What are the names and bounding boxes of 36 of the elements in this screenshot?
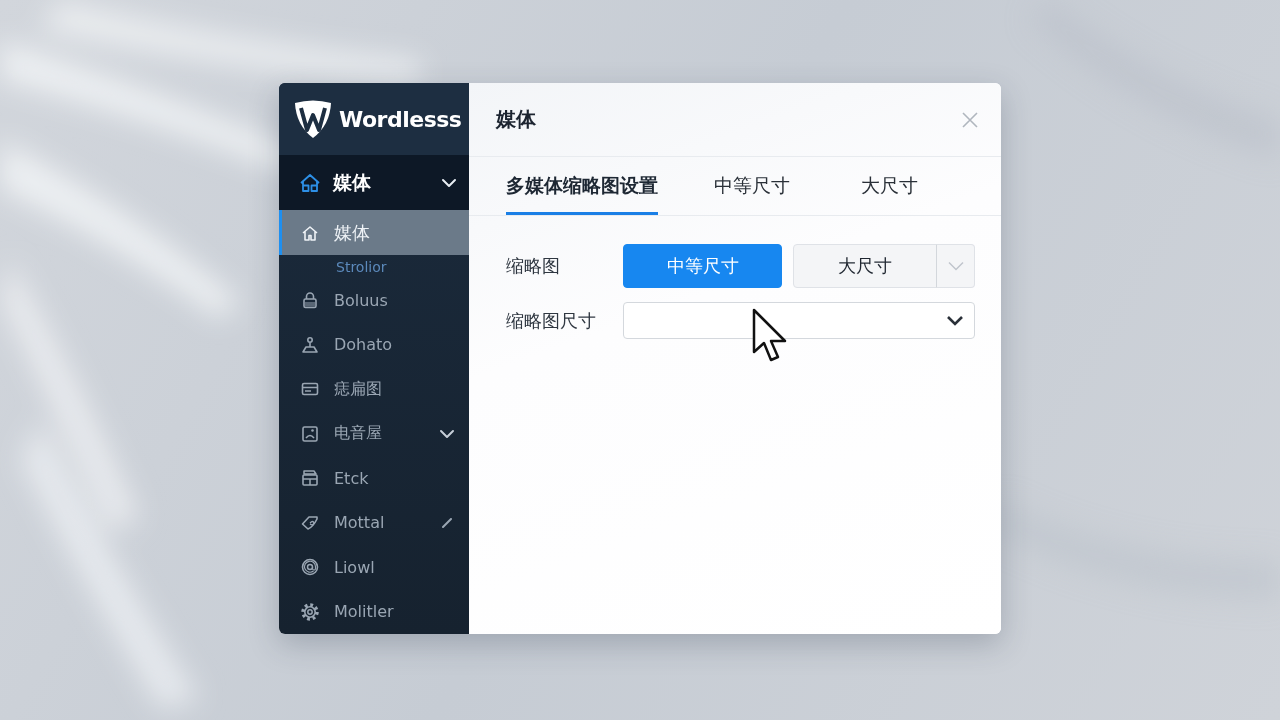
chevron-down-icon	[947, 315, 963, 326]
field-label: 缩略图尺寸	[506, 308, 597, 333]
sidebar-caption: Strolior	[335, 257, 388, 277]
sidebar-item[interactable]: Liowl	[279, 545, 469, 590]
sidebar-item[interactable]: 痣扁图	[279, 367, 469, 412]
segment-option[interactable]: 大尺寸	[793, 244, 937, 288]
sidebar-item[interactable]: Mottal	[279, 500, 469, 545]
house-icon	[299, 171, 321, 194]
lock-icon	[300, 290, 320, 311]
tab[interactable]: 多媒体缩略图设置	[506, 157, 658, 215]
segment-option[interactable]: 中等尺寸	[623, 244, 782, 288]
sidebar-group-header[interactable]: 媒体	[279, 155, 469, 210]
chevron-down-icon	[947, 261, 964, 271]
field-label: 缩略图	[506, 254, 561, 278]
image-icon	[300, 423, 320, 444]
gear-icon	[300, 601, 320, 622]
select-field[interactable]	[623, 302, 975, 339]
dash-icon	[442, 517, 452, 528]
sidebar-item[interactable]: Boluus	[279, 278, 469, 323]
tab[interactable]: 大尺寸	[861, 157, 918, 215]
dropdown-button[interactable]	[936, 244, 975, 288]
w-shield-logo-icon	[293, 99, 333, 139]
tab[interactable]: 中等尺寸	[714, 157, 790, 215]
logo-text: Wordlesss	[339, 106, 462, 132]
close-button[interactable]	[961, 110, 979, 129]
sidebar-item[interactable]: 媒体	[279, 210, 469, 255]
sidebar-item[interactable]: Etck	[279, 456, 469, 501]
sidebar-item[interactable]: Dohato	[279, 322, 469, 367]
dialog-title: 媒体	[496, 106, 536, 133]
joystick-icon	[300, 334, 320, 355]
sidebar-item[interactable]: Molitler	[279, 589, 469, 634]
at-sign-icon	[300, 557, 320, 578]
mouse-pointer-icon	[752, 308, 788, 364]
sidebar-item[interactable]: 电音屋	[279, 411, 469, 456]
close-icon	[961, 110, 979, 129]
cabinet-icon	[300, 468, 320, 489]
